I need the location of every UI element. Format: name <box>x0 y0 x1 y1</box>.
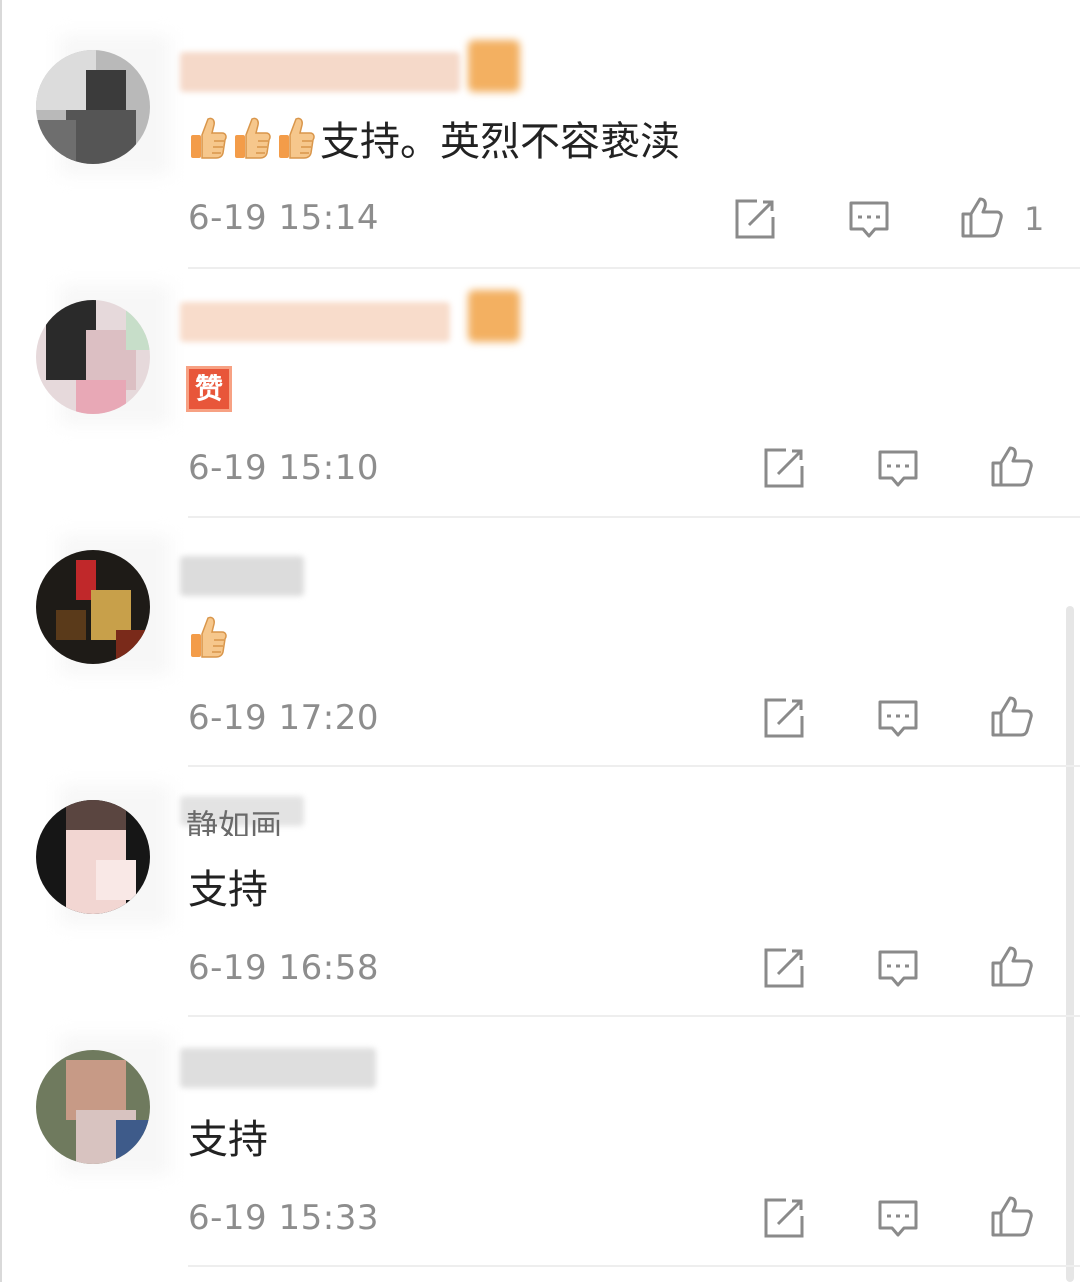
avatar[interactable] <box>36 550 150 664</box>
thumbs-up-emoji <box>188 614 228 660</box>
comment-icon <box>876 1196 920 1240</box>
username-blurred[interactable] <box>180 556 304 596</box>
comment-time: 6-19 15:14 <box>188 198 379 238</box>
avatar[interactable] <box>36 1050 150 1164</box>
thumbs-up-icon <box>990 1194 1034 1238</box>
like-button[interactable] <box>990 444 1034 488</box>
comment-text: 支持 <box>188 1117 268 1163</box>
comment-icon <box>876 446 920 490</box>
thumbs-up-emoji <box>232 115 272 161</box>
comment-text: 支持。英烈不容亵渎 <box>320 119 680 165</box>
comment-icon <box>876 946 920 990</box>
thumbs-up-icon <box>960 195 1004 239</box>
share-button[interactable] <box>762 946 806 990</box>
share-button[interactable] <box>762 446 806 490</box>
share-icon <box>762 1196 806 1240</box>
username-blurred[interactable] <box>180 302 450 342</box>
like-button[interactable] <box>990 1194 1034 1238</box>
comment-item: 支持。英烈不容亵渎 6-19 15:14 1 <box>0 0 1080 269</box>
comment-time: 6-19 15:33 <box>188 1198 379 1238</box>
comment-time: 6-19 17:20 <box>188 698 379 738</box>
reply-button[interactable] <box>876 946 920 990</box>
avatar[interactable] <box>36 50 150 164</box>
share-button[interactable] <box>762 1196 806 1240</box>
share-icon <box>733 197 777 241</box>
thumbs-up-icon <box>990 444 1034 488</box>
like-button[interactable] <box>960 195 1004 239</box>
share-icon <box>762 446 806 490</box>
comment-content <box>188 614 232 660</box>
share-icon <box>762 696 806 740</box>
username-blurred[interactable] <box>180 52 460 92</box>
like-count: 1 <box>1024 200 1045 238</box>
thumbs-up-icon <box>990 944 1034 988</box>
thumbs-up-icon <box>990 694 1034 738</box>
comment-item: 赞 6-19 15:10 <box>0 250 1080 518</box>
comment-time: 6-19 16:58 <box>188 948 379 988</box>
comment-time: 6-19 15:10 <box>188 448 379 488</box>
like-button[interactable] <box>990 694 1034 738</box>
comment-icon <box>876 696 920 740</box>
comment-content: 支持。英烈不容亵渎 <box>188 112 680 172</box>
reply-button[interactable] <box>847 197 891 241</box>
divider <box>188 1265 1080 1267</box>
avatar[interactable] <box>36 800 150 914</box>
reply-button[interactable] <box>876 696 920 740</box>
reply-button[interactable] <box>876 446 920 490</box>
reply-button[interactable] <box>876 1196 920 1240</box>
comment-icon <box>847 197 891 241</box>
avatar[interactable] <box>36 300 150 414</box>
verified-badge <box>468 290 520 342</box>
comment-item: 静如画 支持 6-19 16:58 <box>0 750 1080 1017</box>
verified-badge <box>468 40 520 92</box>
comment-item: 6-19 17:20 <box>0 500 1080 767</box>
share-icon <box>762 946 806 990</box>
username[interactable]: 静如画 <box>186 808 282 836</box>
like-button[interactable] <box>990 944 1034 988</box>
thumbs-up-emoji <box>276 115 316 161</box>
zan-emoji: 赞 <box>186 366 232 412</box>
thumbs-up-emoji <box>188 115 228 161</box>
comment-item: 支持 6-19 15:33 <box>0 1000 1080 1267</box>
comment-text: 支持 <box>188 867 268 913</box>
share-button[interactable] <box>762 696 806 740</box>
username-blurred[interactable] <box>180 1048 376 1088</box>
share-button[interactable] <box>733 197 777 241</box>
